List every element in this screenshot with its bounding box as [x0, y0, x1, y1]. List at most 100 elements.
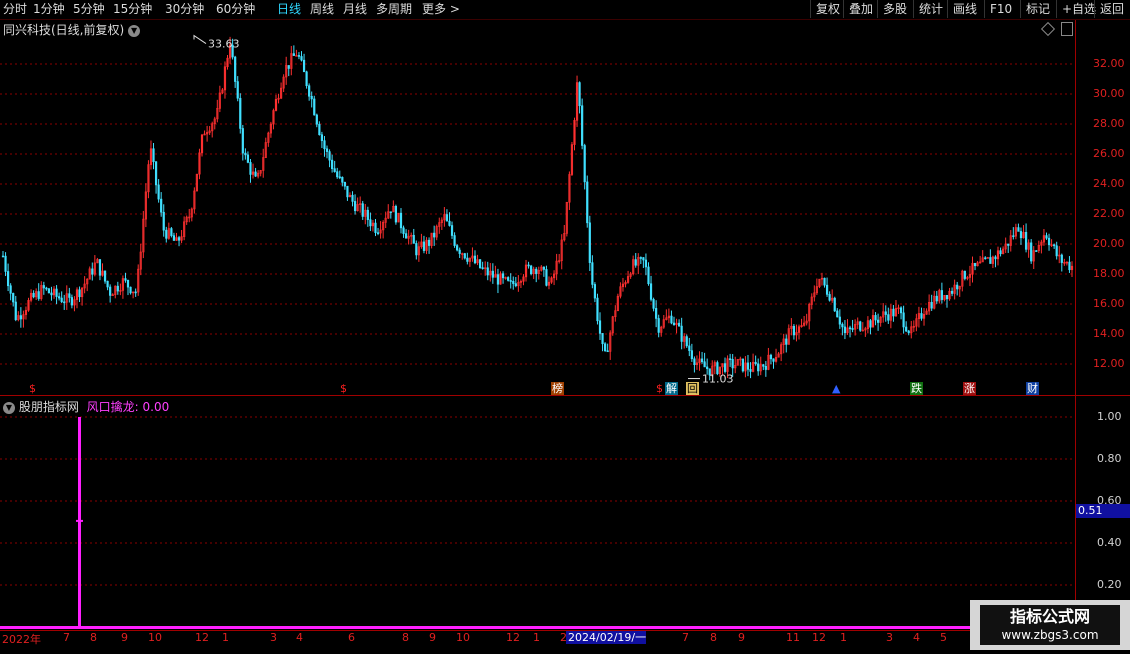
candle-body — [7, 271, 10, 287]
event-mark[interactable]: 涨 — [963, 382, 976, 395]
candle-body — [236, 81, 239, 99]
candle-body — [320, 134, 324, 141]
candle-body — [884, 311, 887, 315]
candle-body — [989, 257, 992, 264]
event-mark[interactable]: $ — [655, 382, 664, 395]
candle-body — [843, 326, 847, 334]
candle-body — [825, 284, 829, 295]
toolbar-button[interactable]: 画线 — [947, 0, 982, 18]
candle-body — [45, 287, 48, 290]
event-mark[interactable]: 榜 — [551, 382, 564, 395]
candle-body — [152, 148, 155, 163]
period-tab[interactable]: 多周期 — [376, 1, 412, 18]
candle-body — [741, 358, 744, 372]
toolbar-button[interactable]: F10 — [984, 0, 1017, 18]
candle-body — [308, 85, 311, 97]
period-tab[interactable]: 月线 — [343, 1, 367, 18]
event-mark[interactable]: 跌 — [910, 382, 923, 395]
candle-body — [405, 233, 408, 239]
candle-body — [963, 270, 966, 279]
candle-body — [331, 159, 334, 170]
candle-body — [693, 358, 696, 366]
date-tick: 9 — [738, 631, 745, 644]
candle-body — [634, 259, 637, 266]
period-tab[interactable]: 5分钟 — [73, 1, 105, 18]
price-tick: 28.00 — [1093, 117, 1125, 130]
candle-body — [690, 350, 693, 360]
candle-body — [973, 262, 977, 267]
candle-body — [1035, 250, 1038, 252]
toolbar-button[interactable]: 叠加 — [843, 0, 878, 18]
toolbar-button[interactable]: 标记 — [1020, 0, 1055, 18]
toolbar-button[interactable]: 返回 — [1094, 0, 1129, 18]
high-marker-arrow — [193, 34, 207, 44]
candle-body — [91, 268, 94, 275]
candle-body — [486, 267, 489, 276]
period-tab[interactable]: 1分钟 — [33, 1, 65, 18]
candle-body — [338, 176, 341, 179]
candle-body — [374, 222, 377, 233]
candle-body — [764, 365, 767, 370]
event-mark[interactable]: $ — [28, 382, 37, 395]
date-tick: 12 — [195, 631, 209, 644]
indicator-tick: 0.40 — [1097, 536, 1122, 549]
event-mark[interactable]: ▲ — [831, 382, 841, 395]
date-tick: 4 — [913, 631, 920, 644]
date-tick: 3 — [270, 631, 277, 644]
period-tab[interactable]: 周线 — [310, 1, 334, 18]
date-tick: 1 — [222, 631, 229, 644]
candle-body — [42, 285, 45, 289]
candle-body — [351, 194, 354, 202]
price-tick: 22.00 — [1093, 207, 1125, 220]
candle-body — [688, 345, 691, 351]
candle-body — [463, 253, 466, 259]
candle-body — [670, 315, 673, 324]
candle-body — [55, 288, 58, 297]
date-tick: 9 — [429, 631, 436, 644]
candle-body — [677, 322, 681, 327]
date-tick: 1 — [533, 631, 540, 644]
price-tick: 26.00 — [1093, 147, 1125, 160]
price-tick: 24.00 — [1093, 177, 1125, 190]
candle-body — [341, 176, 344, 183]
candle-body — [542, 266, 545, 270]
date-tick: 8 — [710, 631, 717, 644]
date-tick: 11 — [786, 631, 800, 644]
candle-body — [769, 354, 773, 360]
current-value: 0.51 — [1078, 504, 1103, 517]
period-tab[interactable]: 更多 > — [422, 1, 460, 18]
candle-body — [109, 286, 112, 296]
candle-body — [491, 270, 494, 278]
toolbar-button[interactable]: 复权 — [810, 0, 845, 18]
period-tab[interactable]: 15分钟 — [113, 1, 152, 18]
candle-body — [124, 278, 127, 281]
candle-body — [1055, 245, 1058, 257]
candle-body — [456, 245, 459, 251]
event-mark[interactable]: $ — [339, 382, 348, 395]
event-mark[interactable]: 回 — [686, 382, 699, 395]
candle-body — [851, 328, 854, 330]
candle-body — [254, 171, 257, 177]
candle-body — [1017, 227, 1020, 232]
date-tick: 10 — [148, 631, 162, 644]
period-tab[interactable]: 60分钟 — [216, 1, 255, 18]
period-tab[interactable]: 日线 — [277, 1, 301, 18]
candle-body — [746, 362, 750, 370]
toolbar-button[interactable]: 统计 — [913, 0, 948, 18]
candle-body — [535, 268, 538, 274]
period-tab[interactable]: 分时 — [3, 1, 27, 18]
event-mark[interactable]: 解 — [665, 382, 678, 395]
candle-body — [984, 257, 987, 260]
toolbar-button[interactable]: 多股 — [877, 0, 912, 18]
axis-divider — [1075, 20, 1076, 630]
candle-body — [394, 206, 398, 223]
period-tab[interactable]: 30分钟 — [165, 1, 204, 18]
candle-body — [32, 292, 35, 298]
candle-body — [1053, 244, 1056, 247]
candle-body — [343, 181, 346, 187]
low-marker-label: 11.03 — [702, 373, 734, 386]
candle-body — [772, 358, 775, 362]
date-tick: 6 — [348, 631, 355, 644]
event-mark[interactable]: 财 — [1026, 382, 1039, 395]
date-tick: 7 — [682, 631, 689, 644]
